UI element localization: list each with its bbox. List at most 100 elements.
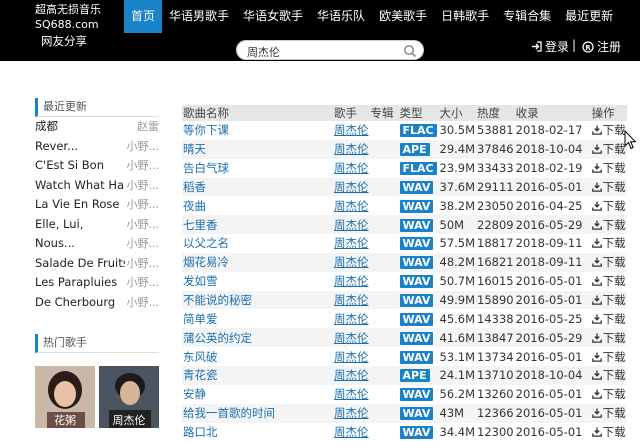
- nav-item-bands[interactable]: 华语乐队: [310, 0, 372, 33]
- table-row: 安静周杰伦WAV56.2M132602016-05-01下载: [182, 385, 627, 404]
- nav-item-albums[interactable]: 专辑合集: [496, 0, 558, 33]
- recent-item[interactable]: Nous...小野...: [35, 234, 159, 254]
- song-name-link[interactable]: 夜曲: [183, 199, 206, 213]
- singer-link[interactable]: 周杰伦: [334, 218, 369, 232]
- nav-item-western[interactable]: 欧美歌手: [372, 0, 434, 33]
- download-button[interactable]: 下载: [591, 404, 627, 423]
- auth-separator: |: [572, 38, 576, 52]
- format-badge: WAV: [400, 351, 434, 364]
- col-header-type[interactable]: 类型: [399, 105, 439, 121]
- album-cell: [370, 253, 399, 272]
- recent-item[interactable]: La Vie En Rose小野...: [35, 195, 159, 215]
- download-button[interactable]: 下载: [591, 385, 627, 404]
- date-cell: 2016-04-25: [515, 196, 591, 215]
- singer-link[interactable]: 周杰伦: [334, 123, 369, 137]
- brand-line1: 超高无损音乐: [35, 2, 117, 17]
- size-cell: 45.6M: [439, 309, 477, 328]
- recent-item[interactable]: C'Est Si Bon小野...: [35, 156, 159, 176]
- download-button[interactable]: 下载: [591, 309, 627, 328]
- singer-link[interactable]: 周杰伦: [334, 142, 369, 156]
- download-button[interactable]: 下载: [591, 196, 627, 215]
- search-input[interactable]: [237, 43, 397, 61]
- song-name-link[interactable]: 等你下课: [183, 123, 229, 137]
- download-button[interactable]: 下载: [591, 347, 627, 366]
- song-name-link[interactable]: 发如雪: [183, 274, 218, 288]
- download-button[interactable]: 下载: [591, 253, 627, 272]
- singer-link[interactable]: 周杰伦: [334, 293, 369, 307]
- register-link[interactable]: R 注册: [582, 38, 621, 55]
- nav-item-jpkr[interactable]: 日韩歌手: [434, 0, 496, 33]
- singer-link[interactable]: 周杰伦: [334, 406, 369, 420]
- song-name-link[interactable]: 青花瓷: [183, 368, 218, 382]
- singer-card[interactable]: 花粥: [35, 366, 95, 428]
- date-cell: 2018-10-04: [515, 366, 591, 385]
- song-name-link[interactable]: 给我一首歌的时间: [183, 406, 275, 420]
- song-name-link[interactable]: 蒲公英的约定: [183, 331, 252, 345]
- singer-link[interactable]: 周杰伦: [334, 387, 369, 401]
- nav-item-home[interactable]: 首页: [124, 0, 162, 33]
- song-name-link[interactable]: 稻香: [183, 180, 206, 194]
- format-badge: WAV: [400, 219, 434, 232]
- song-name-link[interactable]: 晴天: [183, 142, 206, 156]
- download-button[interactable]: 下载: [591, 328, 627, 347]
- col-header-size[interactable]: 大小: [439, 105, 477, 121]
- singer-card[interactable]: 周杰伦: [99, 366, 159, 428]
- singer-link[interactable]: 周杰伦: [334, 331, 369, 345]
- download-button[interactable]: 下载: [591, 366, 627, 385]
- nav-item-female-singers[interactable]: 华语女歌手: [236, 0, 310, 33]
- col-header-name[interactable]: 歌曲名称: [182, 105, 333, 121]
- album-cell: [370, 121, 399, 140]
- search-icon[interactable]: [403, 43, 417, 62]
- song-name-link[interactable]: 东风破: [183, 350, 218, 364]
- download-button[interactable]: 下载: [591, 121, 627, 140]
- recent-item[interactable]: Watch What Happens小野...: [35, 176, 159, 196]
- recent-item[interactable]: Salade De Fruits小野...: [35, 254, 159, 274]
- download-button[interactable]: 下载: [591, 272, 627, 291]
- download-icon: [592, 238, 602, 248]
- singer-link[interactable]: 周杰伦: [334, 180, 369, 194]
- download-button[interactable]: 下载: [591, 178, 627, 197]
- recent-item[interactable]: 成都赵雷: [35, 117, 159, 137]
- recent-updates-title: 最近更新: [35, 98, 159, 117]
- col-header-album[interactable]: 专辑: [370, 105, 399, 121]
- singer-link[interactable]: 周杰伦: [334, 161, 369, 175]
- hot-cell: 13847: [476, 328, 515, 347]
- song-name-link[interactable]: 七里香: [183, 218, 218, 232]
- nav-item-latest[interactable]: 最近更新: [558, 0, 620, 33]
- singer-link[interactable]: 周杰伦: [334, 255, 369, 269]
- song-name-link[interactable]: 不能说的秘密: [183, 293, 252, 307]
- song-name-link[interactable]: 路口北: [183, 425, 218, 439]
- hot-cell: 12300: [476, 423, 515, 441]
- col-header-singer[interactable]: 歌手: [333, 105, 370, 121]
- recent-item[interactable]: Les Parapluies小野...: [35, 273, 159, 293]
- singer-link[interactable]: 周杰伦: [334, 368, 369, 382]
- download-button[interactable]: 下载: [591, 159, 627, 178]
- login-link[interactable]: 登录: [531, 38, 569, 55]
- nav-item-male-singers[interactable]: 华语男歌手: [162, 0, 236, 33]
- song-name-link[interactable]: 简单爱: [183, 312, 218, 326]
- singer-link[interactable]: 周杰伦: [334, 236, 369, 250]
- col-header-date[interactable]: 收录: [515, 105, 591, 121]
- singer-link[interactable]: 周杰伦: [334, 425, 369, 439]
- site-logo[interactable]: 超高无损音乐 SQ688.com 网友分享: [35, 2, 117, 49]
- recent-item[interactable]: Rever...小野...: [35, 137, 159, 157]
- col-header-hot[interactable]: 热度: [476, 105, 515, 121]
- recent-item[interactable]: De Cherbourg小野...: [35, 293, 159, 313]
- table-row: 以父之名周杰伦WAV57.5M188172018-09-11下载: [182, 234, 627, 253]
- download-button[interactable]: 下载: [591, 234, 627, 253]
- song-name-link[interactable]: 以父之名: [183, 236, 229, 250]
- singer-link[interactable]: 周杰伦: [334, 199, 369, 213]
- singer-link[interactable]: 周杰伦: [334, 274, 369, 288]
- song-name-link[interactable]: 安静: [183, 387, 206, 401]
- download-button[interactable]: 下载: [591, 423, 627, 441]
- table-row: 蒲公英的约定周杰伦WAV41.6M138472016-05-29下载: [182, 328, 627, 347]
- download-button[interactable]: 下载: [591, 215, 627, 234]
- download-label: 下载: [603, 368, 626, 382]
- singer-link[interactable]: 周杰伦: [334, 350, 369, 364]
- download-button[interactable]: 下载: [591, 291, 627, 310]
- singer-link[interactable]: 周杰伦: [334, 312, 369, 326]
- download-button[interactable]: 下载: [591, 140, 627, 159]
- song-name-link[interactable]: 烟花易冷: [183, 255, 229, 269]
- song-name-link[interactable]: 告白气球: [183, 161, 229, 175]
- recent-item[interactable]: Elle, Lui,小野...: [35, 215, 159, 235]
